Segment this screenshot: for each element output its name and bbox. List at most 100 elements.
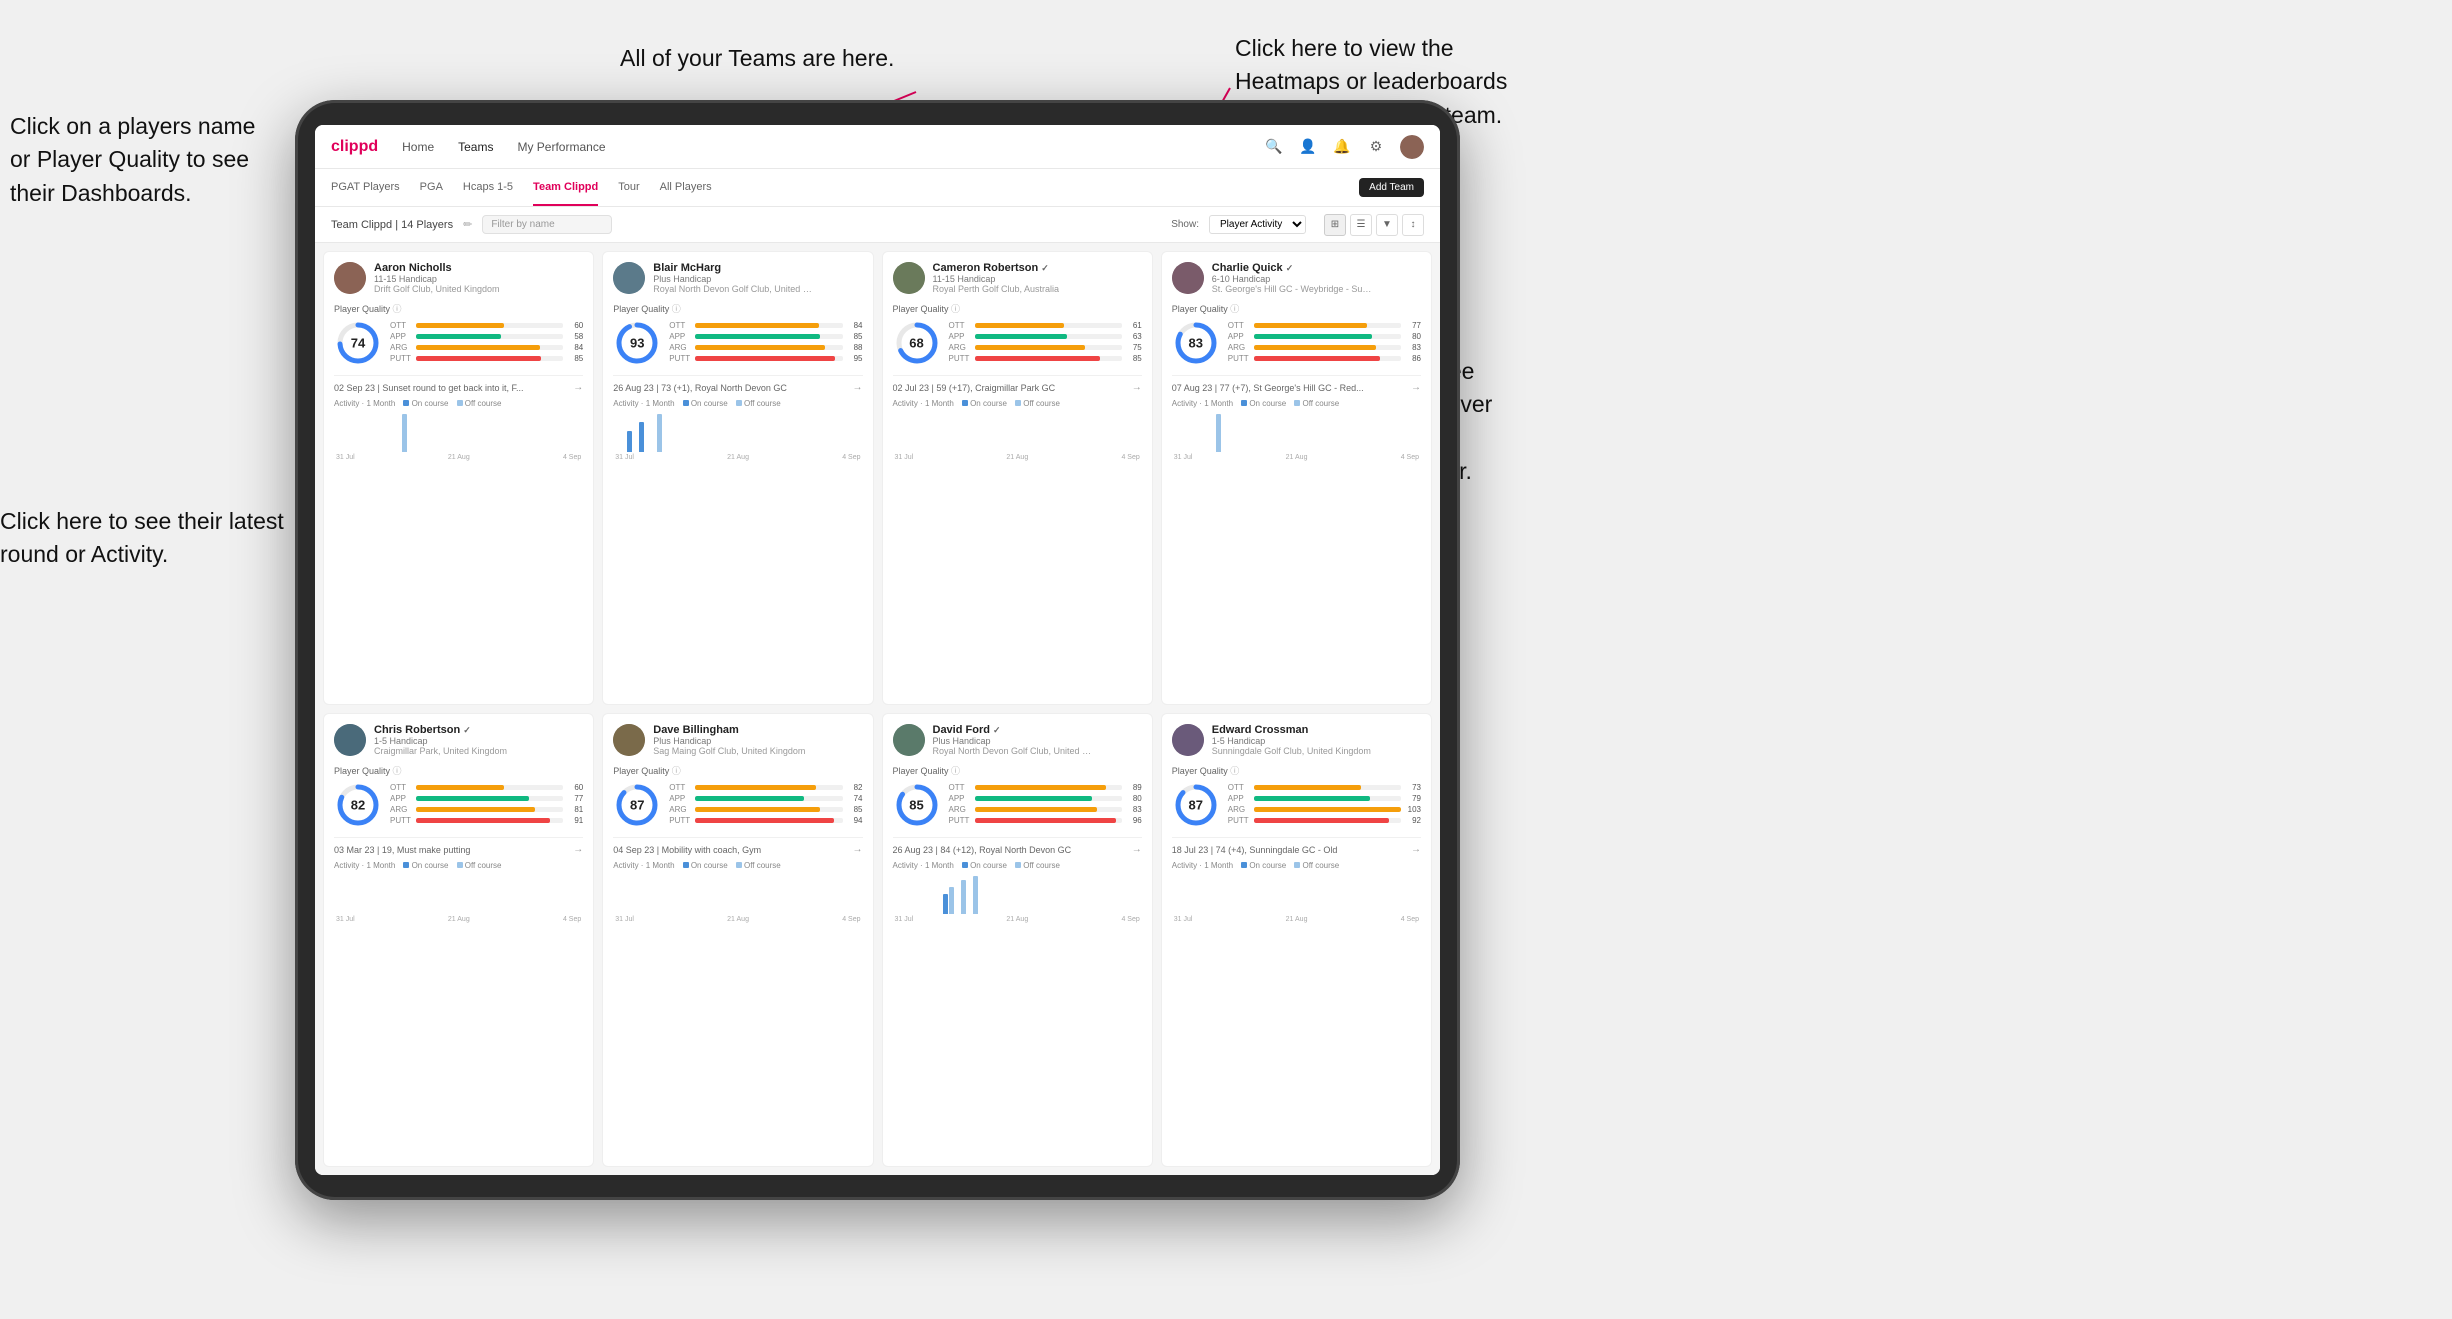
activity-label: Activity · 1 Month — [613, 399, 674, 408]
player-card[interactable]: Cameron Robertson ✓ 11-15 Handicap Royal… — [882, 251, 1153, 705]
stat-bar-fill — [975, 323, 1065, 328]
quality-section[interactable]: 68 OTT 61 APP 63 ARG 75 PUTT 85 — [893, 319, 1142, 367]
nav-home[interactable]: Home — [402, 140, 434, 154]
tab-pga[interactable]: PGA — [420, 169, 443, 206]
player-name[interactable]: Dave Billingham — [653, 724, 862, 736]
quality-label: Player Quality ⓘ — [893, 764, 1142, 777]
stat-bar-fill — [416, 323, 504, 328]
latest-round[interactable]: 03 Mar 23 | 19, Must make putting → — [334, 837, 583, 855]
player-name[interactable]: Chris Robertson ✓ — [374, 724, 583, 736]
player-card[interactable]: Edward Crossman 1-5 Handicap Sunningdale… — [1161, 713, 1432, 1167]
latest-round[interactable]: 02 Sep 23 | Sunset round to get back int… — [334, 375, 583, 393]
edit-icon[interactable]: ✏ — [463, 218, 472, 231]
tab-tour[interactable]: Tour — [618, 169, 639, 206]
stat-value: 77 — [1405, 321, 1421, 330]
round-text: 26 Aug 23 | 73 (+1), Royal North Devon G… — [613, 383, 852, 393]
round-arrow-icon: → — [573, 844, 583, 855]
quality-info-icon: ⓘ — [1230, 304, 1239, 314]
tab-team-clippd[interactable]: Team Clippd — [533, 169, 598, 206]
stat-bar-bg — [975, 345, 1122, 350]
sub-nav: PGAT Players PGA Hcaps 1-5 Team Clippd T… — [315, 169, 1440, 207]
quality-section[interactable]: 82 OTT 60 APP 77 ARG 81 PUTT 91 — [334, 781, 583, 829]
quality-section[interactable]: 83 OTT 77 APP 80 ARG 83 PUTT 86 — [1172, 319, 1421, 367]
chart-label: 21 Aug — [1286, 454, 1308, 461]
latest-round[interactable]: 26 Aug 23 | 84 (+12), Royal North Devon … — [893, 837, 1142, 855]
chart-bars — [893, 874, 1142, 914]
grid-view-button[interactable]: ⊞ — [1324, 214, 1346, 236]
settings-icon[interactable]: ⚙ — [1366, 137, 1386, 157]
nav-my-performance[interactable]: My Performance — [517, 140, 605, 154]
stat-bar-bg — [695, 356, 842, 361]
round-text: 07 Aug 23 | 77 (+7), St George's Hill GC… — [1172, 383, 1411, 393]
stat-bar-fill — [1254, 323, 1367, 328]
stat-bar-bg — [1254, 356, 1401, 361]
stat-value: 61 — [1126, 321, 1142, 330]
latest-round[interactable]: 02 Jul 23 | 59 (+17), Craigmillar Park G… — [893, 375, 1142, 393]
stat-bar-bg — [1254, 334, 1401, 339]
chart-area: 31 Jul21 Aug4 Sep — [334, 412, 583, 464]
chart-label: 4 Sep — [1401, 454, 1419, 461]
player-name[interactable]: Cameron Robertson ✓ — [933, 262, 1142, 274]
player-info: Charlie Quick ✓ 6-10 Handicap St. George… — [1212, 262, 1421, 294]
activity-header: Activity · 1 Month On course Off course — [334, 399, 583, 408]
list-view-button[interactable]: ☰ — [1350, 214, 1372, 236]
latest-round[interactable]: 04 Sep 23 | Mobility with coach, Gym → — [613, 837, 862, 855]
player-name[interactable]: David Ford ✓ — [933, 724, 1142, 736]
show-select[interactable]: Player Activity — [1209, 215, 1306, 234]
player-name[interactable]: Charlie Quick ✓ — [1212, 262, 1421, 274]
player-name[interactable]: Blair McHarg — [653, 262, 862, 274]
round-arrow-icon: → — [1411, 844, 1421, 855]
verified-icon: ✓ — [1041, 263, 1049, 273]
stat-label: ARG — [1228, 343, 1250, 352]
player-name[interactable]: Aaron Nicholls — [374, 262, 583, 274]
stat-label: ARG — [390, 805, 412, 814]
stat-label: APP — [1228, 332, 1250, 341]
round-text: 26 Aug 23 | 84 (+12), Royal North Devon … — [893, 845, 1132, 855]
round-arrow-icon: → — [1411, 382, 1421, 393]
sort-button[interactable]: ↕ — [1402, 214, 1424, 236]
quality-section[interactable]: 87 OTT 73 APP 79 ARG 103 PUTT 9 — [1172, 781, 1421, 829]
nav-teams[interactable]: Teams — [458, 140, 493, 154]
search-icon[interactable]: 🔍 — [1264, 137, 1284, 157]
bell-icon[interactable]: 🔔 — [1332, 137, 1352, 157]
player-card[interactable]: Dave Billingham Plus Handicap Sag Maing … — [602, 713, 873, 1167]
player-card[interactable]: Aaron Nicholls 11-15 Handicap Drift Golf… — [323, 251, 594, 705]
stat-row: PUTT 85 — [390, 354, 583, 363]
off-course-dot — [736, 862, 742, 868]
off-course-legend: Off course — [1015, 861, 1060, 870]
latest-round[interactable]: 18 Jul 23 | 74 (+4), Sunningdale GC - Ol… — [1172, 837, 1421, 855]
quality-section[interactable]: 93 OTT 84 APP 85 ARG 88 PUTT 95 — [613, 319, 862, 367]
latest-round[interactable]: 07 Aug 23 | 77 (+7), St George's Hill GC… — [1172, 375, 1421, 393]
off-course-legend: Off course — [457, 861, 502, 870]
stat-label: APP — [949, 332, 971, 341]
stat-bar-fill — [975, 796, 1093, 801]
user-icon[interactable]: 👤 — [1298, 137, 1318, 157]
avatar-icon[interactable] — [1400, 135, 1424, 159]
player-card[interactable]: Chris Robertson ✓ 1-5 Handicap Craigmill… — [323, 713, 594, 1167]
stat-value: 63 — [1126, 332, 1142, 341]
stat-value: 60 — [567, 321, 583, 330]
player-card[interactable]: Blair McHarg Plus Handicap Royal North D… — [602, 251, 873, 705]
stat-bar-fill — [975, 345, 1085, 350]
stat-value: 81 — [567, 805, 583, 814]
stat-bar-fill — [416, 785, 504, 790]
latest-round[interactable]: 26 Aug 23 | 73 (+1), Royal North Devon G… — [613, 375, 862, 393]
on-course-legend: On course — [403, 861, 448, 870]
search-input[interactable]: Filter by name — [482, 215, 612, 234]
player-card[interactable]: David Ford ✓ Plus Handicap Royal North D… — [882, 713, 1153, 1167]
chart-labels: 31 Jul21 Aug4 Sep — [334, 454, 583, 461]
player-card[interactable]: Charlie Quick ✓ 6-10 Handicap St. George… — [1161, 251, 1432, 705]
quality-section[interactable]: 74 OTT 60 APP 58 ARG 84 PUTT 85 — [334, 319, 583, 367]
tab-pgat[interactable]: PGAT Players — [331, 169, 400, 206]
stat-bar-fill — [1254, 334, 1372, 339]
quality-section[interactable]: 87 OTT 82 APP 74 ARG 85 PUTT 94 — [613, 781, 862, 829]
activity-section: Activity · 1 Month On course Off course … — [893, 399, 1142, 464]
filter-button[interactable]: ▼ — [1376, 214, 1398, 236]
add-team-button[interactable]: Add Team — [1359, 178, 1424, 197]
stat-bar-fill — [695, 345, 825, 350]
quality-section[interactable]: 85 OTT 89 APP 80 ARG 83 PUTT 96 — [893, 781, 1142, 829]
tab-all-players[interactable]: All Players — [660, 169, 712, 206]
player-name[interactable]: Edward Crossman — [1212, 724, 1421, 736]
tab-hcaps[interactable]: Hcaps 1-5 — [463, 169, 513, 206]
quality-label: Player Quality ⓘ — [334, 302, 583, 315]
